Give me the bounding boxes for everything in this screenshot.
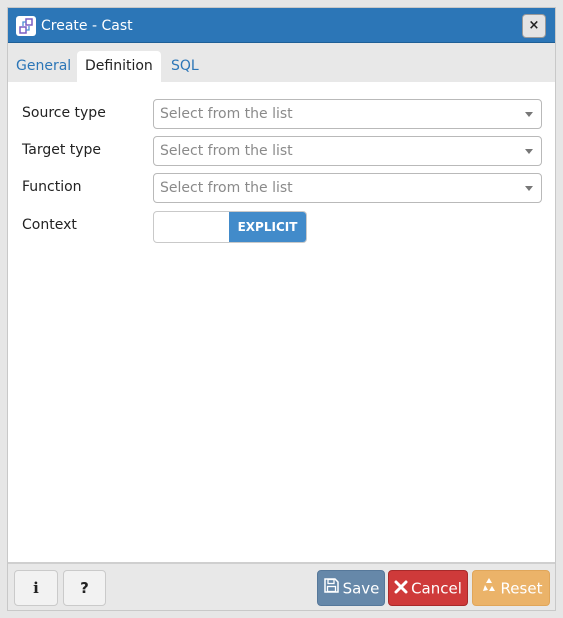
close-button[interactable]: × (522, 14, 546, 38)
cancel-label: Cancel (411, 579, 462, 598)
chevron-down-icon (525, 149, 533, 154)
target-type-row: Target type Select from the list (8, 136, 555, 166)
source-type-placeholder: Select from the list (160, 106, 293, 122)
source-type-row: Source type Select from the list (8, 99, 555, 129)
create-cast-dialog: Create - Cast × General Definition SQL S… (7, 7, 556, 611)
function-label: Function (22, 179, 82, 195)
save-button[interactable]: Save (317, 570, 385, 606)
target-type-select[interactable]: Select from the list (153, 136, 542, 166)
dialog-title: Create - Cast (41, 18, 133, 34)
source-type-label: Source type (22, 105, 106, 121)
x-icon (394, 572, 408, 606)
help-button[interactable]: ? (63, 570, 106, 606)
context-toggle-value: EXPLICIT (229, 212, 306, 242)
reset-button[interactable]: Reset (472, 570, 550, 606)
function-select[interactable]: Select from the list (153, 173, 542, 203)
context-label: Context (22, 217, 77, 233)
info-button[interactable]: i (14, 570, 58, 606)
recycle-icon (480, 572, 498, 606)
tab-sql[interactable]: SQL (163, 51, 207, 82)
context-toggle[interactable]: EXPLICIT (153, 211, 307, 243)
save-label: Save (342, 579, 380, 598)
function-placeholder: Select from the list (160, 180, 293, 196)
tab-general[interactable]: General (8, 51, 79, 82)
function-row: Function Select from the list (8, 173, 555, 203)
tab-definition[interactable]: Definition (77, 51, 161, 82)
target-type-label: Target type (22, 142, 102, 158)
floppy-disk-icon (323, 572, 340, 606)
context-row: Context EXPLICIT (8, 211, 555, 243)
cancel-button[interactable]: Cancel (388, 570, 468, 606)
dialog-footer: i ? Save Cancel Reset (8, 566, 555, 610)
cast-icon (16, 16, 36, 36)
source-type-select[interactable]: Select from the list (153, 99, 542, 129)
target-type-placeholder: Select from the list (160, 143, 293, 159)
chevron-down-icon (525, 186, 533, 191)
definition-panel: Source type Select from the list Target … (8, 82, 555, 564)
title-bar[interactable]: Create - Cast × (8, 8, 555, 43)
chevron-down-icon (525, 112, 533, 117)
reset-label: Reset (500, 579, 543, 598)
tab-bar: General Definition SQL (8, 44, 555, 82)
